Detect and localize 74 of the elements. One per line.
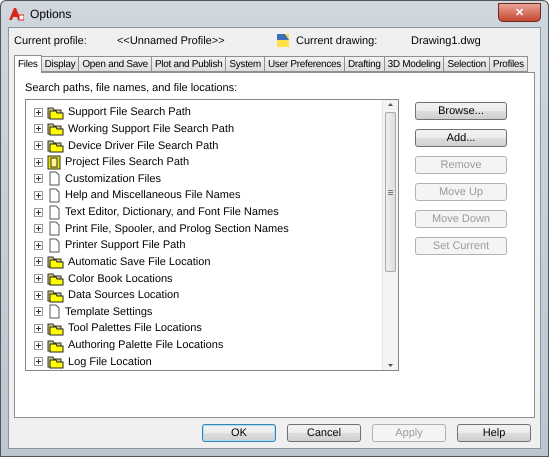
- expand-icon[interactable]: [34, 274, 43, 284]
- expand-icon[interactable]: [34, 124, 43, 134]
- tab[interactable]: 3D Modeling: [384, 56, 444, 72]
- window-title: Options: [30, 7, 72, 21]
- document-icon: [47, 171, 61, 186]
- expand-icon[interactable]: [34, 158, 43, 167]
- tree-item[interactable]: Log File Location: [68, 356, 152, 368]
- profile-label: Current profile:: [14, 35, 88, 47]
- expand-icon[interactable]: [34, 340, 43, 350]
- folder-icon: [47, 138, 64, 154]
- tab[interactable]: Profiles: [488, 56, 528, 72]
- tree-caption: Search paths, file names, and file locations:: [25, 82, 238, 94]
- document-icon: [47, 188, 61, 203]
- expand-icon[interactable]: [34, 141, 43, 150]
- side-button[interactable]: Browse...: [415, 102, 507, 120]
- tree-item[interactable]: Working Support File Search Path: [68, 122, 234, 135]
- tree-item[interactable]: Device Driver File Search Path: [68, 140, 218, 152]
- drawing-value: Drawing1.dwg: [411, 35, 481, 47]
- expand-icon[interactable]: [34, 108, 43, 117]
- folder-icon: [47, 254, 64, 270]
- tree-item[interactable]: Authoring Palette File Locations: [68, 339, 224, 352]
- tree-item[interactable]: Tool Palettes File Locations: [68, 322, 202, 334]
- tree-item[interactable]: Print File, Spooler, and Prolog Section Names: [65, 222, 289, 235]
- grip-icon: [388, 190, 393, 194]
- dialog-button[interactable]: OK: [202, 424, 276, 442]
- expand-icon[interactable]: [34, 240, 43, 250]
- document-icon: [47, 304, 61, 320]
- tree-item[interactable]: Help and Miscellaneous File Names: [65, 189, 240, 202]
- profile-value: <<Unnamed Profile>>: [117, 35, 226, 47]
- expand-icon[interactable]: [34, 190, 43, 200]
- document-icon: [47, 221, 61, 236]
- folder-icon: [47, 354, 64, 370]
- tab[interactable]: Display: [40, 56, 80, 72]
- app-logo-icon: [8, 7, 24, 21]
- tree-item[interactable]: Color Book Locations: [68, 272, 173, 285]
- tree-item[interactable]: Data Sources Location: [68, 289, 180, 302]
- tree-item[interactable]: Template Settings: [65, 306, 152, 318]
- document-icon: [47, 204, 61, 220]
- dialog-button[interactable]: Help: [457, 424, 531, 442]
- tab[interactable]: Selection: [443, 56, 490, 72]
- expand-icon[interactable]: [34, 307, 43, 316]
- tab[interactable]: Open and Save: [78, 56, 152, 72]
- dialog-button[interactable]: Cancel: [287, 424, 361, 442]
- expand-icon[interactable]: [34, 174, 43, 184]
- folder-icon: [47, 320, 64, 336]
- folder-icon: [47, 104, 64, 120]
- drawing-label: Current drawing:: [296, 35, 378, 47]
- folder-icon: [47, 121, 64, 136]
- expand-icon[interactable]: [34, 324, 43, 333]
- folder-icon: [47, 288, 64, 303]
- scroll-thumb[interactable]: [385, 112, 396, 272]
- drawing-icon: [277, 34, 290, 48]
- tab[interactable]: Drafting: [344, 56, 385, 72]
- tree-item[interactable]: Customization Files: [65, 172, 161, 185]
- scrollbar[interactable]: [382, 100, 398, 370]
- expand-icon[interactable]: [34, 208, 43, 217]
- tree-item[interactable]: Text Editor, Dictionary, and Font File Names: [65, 206, 279, 218]
- folder-icon: [47, 338, 64, 353]
- expand-icon[interactable]: [34, 257, 43, 266]
- expand-icon[interactable]: [34, 290, 43, 300]
- expand-icon[interactable]: [34, 357, 43, 366]
- project-icon: [47, 154, 61, 170]
- tab[interactable]: System: [225, 56, 265, 72]
- document-icon: [47, 238, 61, 253]
- tree-item[interactable]: Printer Support File Path: [65, 239, 186, 252]
- tree-item[interactable]: Automatic Save File Location: [68, 256, 210, 268]
- tab[interactable]: Plot and Publish: [150, 56, 226, 72]
- tab[interactable]: Files: [14, 55, 42, 73]
- tree-item[interactable]: Project Files Search Path: [65, 156, 190, 168]
- tab[interactable]: User Preferences: [264, 56, 345, 72]
- folder-icon: [47, 271, 64, 286]
- tree-item[interactable]: Support File Search Path: [68, 106, 191, 118]
- expand-icon[interactable]: [34, 224, 43, 234]
- side-button[interactable]: Add...: [415, 129, 507, 147]
